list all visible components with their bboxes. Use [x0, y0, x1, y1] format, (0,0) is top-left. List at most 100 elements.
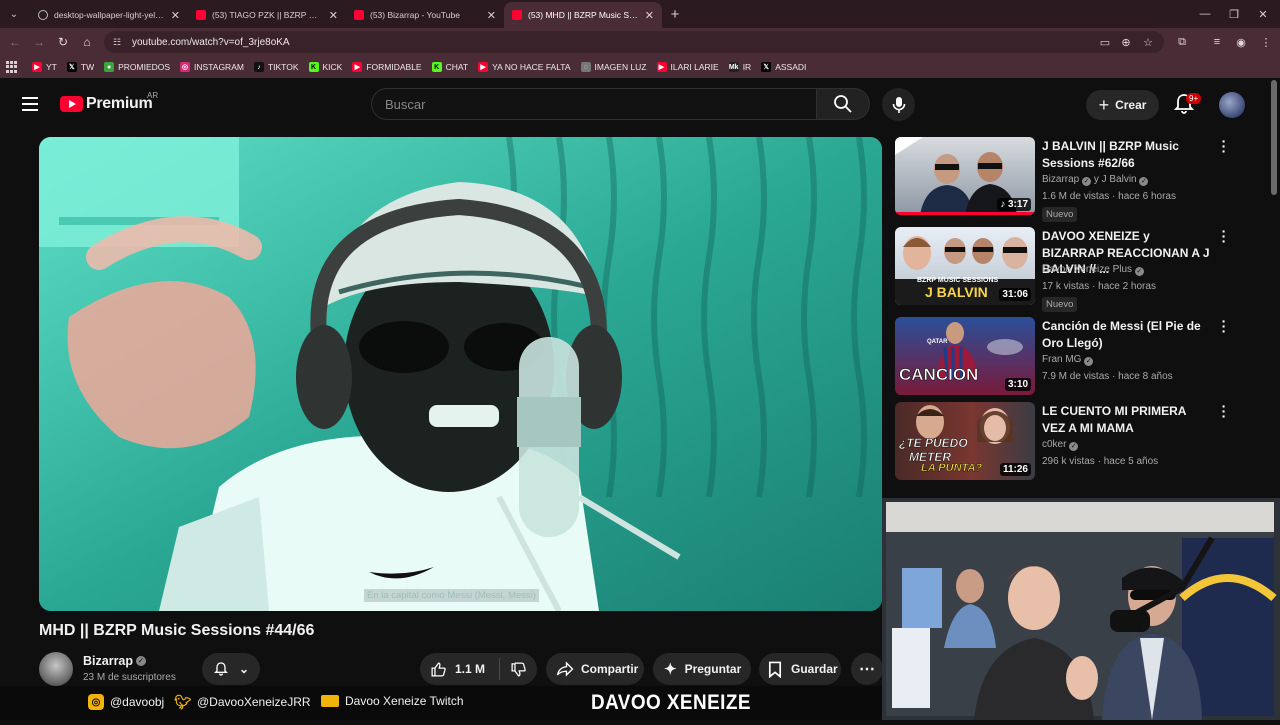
mk-icon: Mk — [728, 62, 739, 72]
thumbnail-caption-large: J BALVIN — [925, 284, 988, 300]
instagram-icon: ◎ — [88, 694, 104, 710]
bookmark-item[interactable]: ▶ FORMIDABLE — [352, 62, 422, 72]
tab-mhd-active[interactable]: (53) MHD || BZRP Music Session ✕ — [504, 2, 662, 28]
bookmark-item[interactable]: ♪ TIKTOK — [253, 62, 299, 72]
page-scrollbar[interactable] — [1271, 80, 1277, 195]
recommendation-item[interactable]: BZRP MUSIC SESSIONS J BALVIN 31:06 DAVOO… — [895, 224, 1245, 312]
tiktok-icon: ♪ — [253, 62, 264, 72]
video-thumbnail[interactable]: BZRP MUSIC SESSIONS J BALVIN 31:06 — [895, 227, 1035, 305]
thumbnail-caption-line1: ¿TE PUEDO — [899, 436, 968, 450]
share-button[interactable]: Compartir — [546, 653, 644, 685]
recommendation-title[interactable]: J BALVIN || BZRP Music Sessions #62/66 — [1042, 138, 1212, 171]
notification-badge: 9+ — [1186, 93, 1202, 104]
url-bar[interactable]: ☷ youtube.com/watch?v=of_3rje8oKA — [104, 31, 1164, 53]
youtube-icon: ▶ — [32, 62, 42, 72]
recommendation-channel[interactable]: Bizarrap ✓ y J Balvin ✓ — [1042, 174, 1149, 186]
bookmark-item[interactable]: ◌ IMAGEN LUZ — [580, 62, 647, 72]
restore-icon[interactable]: ❐ — [1219, 0, 1249, 28]
new-tab-plus-icon[interactable]: + — [664, 3, 686, 25]
x-icon: 𝕏 — [761, 62, 772, 72]
create-label: Crear — [1115, 98, 1147, 112]
reading-list-icon[interactable]: ≡ — [1207, 32, 1227, 52]
more-vertical-icon[interactable]: · · · — [1219, 399, 1229, 423]
recommendation-meta: 17 k vistas · hace 2 horas — [1042, 281, 1156, 292]
close-icon[interactable]: ✕ — [329, 9, 338, 22]
more-vertical-icon[interactable]: · · · — [1219, 314, 1229, 338]
account-avatar[interactable] — [1219, 92, 1245, 118]
bookmark-item[interactable]: ▶ YT — [32, 62, 57, 72]
profile-avatar-icon[interactable]: ◉ — [1231, 32, 1251, 52]
bookmark-label: YA NO HACE FALTA — [492, 62, 571, 72]
apps-grid-icon[interactable] — [6, 61, 18, 73]
search-input[interactable]: Buscar — [371, 88, 817, 120]
cast-icon[interactable]: ▭ — [1095, 32, 1115, 52]
browser-menu-icon[interactable]: ⋮ — [1256, 32, 1276, 52]
bookmark-item[interactable]: K KICK — [308, 62, 342, 72]
recommendation-item[interactable]: ¿TE PUEDO METER LA PUNTA? 11:26 LE CUENT… — [895, 399, 1245, 486]
video-thumbnail[interactable]: QATAR CANCION 3:10 — [895, 317, 1035, 395]
instagram-icon: ◎ — [180, 62, 191, 72]
bookmark-label: INSTAGRAM — [194, 62, 244, 72]
create-button[interactable]: + Crear — [1086, 90, 1159, 120]
youtube-icon — [196, 10, 206, 20]
subscription-bell-button[interactable]: ⌄ — [202, 653, 260, 685]
recommendation-meta: 1.6 M de vistas · hace 6 horas — [1042, 191, 1176, 202]
recommendation-channel[interactable]: Fran MG ✓ — [1042, 354, 1094, 366]
recommendation-title[interactable]: Canción de Messi (El Pie de Oro Llegó) — [1042, 318, 1212, 351]
close-icon[interactable]: ✕ — [487, 9, 496, 22]
video-thumbnail[interactable]: ♪ 3:17 — [895, 137, 1035, 215]
twitter-handle: 🐦︎ @DavooXeneizeJRR — [174, 694, 310, 710]
bookmark-star-icon[interactable]: ☆ — [1138, 32, 1158, 52]
channel-avatar[interactable] — [39, 652, 73, 686]
recommendation-channel[interactable]: c0ker ✓ — [1042, 439, 1079, 451]
tab-title: (53) Bizarrap - YouTube — [370, 10, 460, 20]
menu-icon[interactable] — [22, 97, 38, 111]
more-vertical-icon[interactable]: · · · — [1219, 134, 1229, 158]
close-window-icon[interactable]: ✕ — [1248, 0, 1278, 28]
bookmark-item[interactable]: 𝕏 ASSADI — [761, 62, 806, 72]
site-info-icon[interactable]: ☷ — [110, 35, 124, 49]
extensions-icon[interactable]: ⧉ — [1172, 32, 1192, 52]
recommendation-title[interactable]: LE CUENTO MI PRIMERA VEZ A MI MAMA — [1042, 403, 1212, 436]
more-actions-button[interactable]: ⋯ — [851, 653, 883, 685]
channel-name[interactable]: Bizarrap — [83, 654, 133, 668]
recommendation-channel[interactable]: Davoo Xeneize Plus ✓ — [1042, 264, 1144, 276]
youtube-premium-logo[interactable]: Premium AR — [60, 91, 158, 113]
tab-search-chevron-icon[interactable]: ⌄ — [4, 4, 24, 24]
voice-search-button[interactable] — [882, 88, 915, 121]
tab-title: (53) MHD || BZRP Music Session — [528, 10, 639, 20]
bookmark-item[interactable]: ◎ INSTAGRAM — [180, 62, 244, 72]
tab-wallpaper[interactable]: desktop-wallpaper-light-yellow ✕ — [30, 2, 188, 28]
bookmark-item[interactable]: 𝕏 TW — [66, 62, 94, 72]
bookmark-item[interactable]: ▶ YA NO HACE FALTA — [478, 62, 571, 72]
home-icon[interactable]: ⌂ — [75, 30, 99, 54]
bookmark-item[interactable]: ▶ ILARI LARIE — [656, 62, 719, 72]
tab-tiago-pzk[interactable]: (53) TIAGO PZK || BZRP Music S ✕ — [188, 2, 346, 28]
reload-icon[interactable]: ↻ — [51, 30, 75, 54]
save-button[interactable]: Guardar — [759, 653, 841, 685]
tab-bizarrap[interactable]: (53) Bizarrap - YouTube ✕ — [346, 2, 504, 28]
bell-icon — [214, 662, 228, 676]
ask-button[interactable]: ✦ Preguntar — [653, 653, 751, 685]
recommendation-item[interactable]: ♪ 3:17 J BALVIN || BZRP Music Sessions #… — [895, 134, 1245, 222]
bookmark-item[interactable]: ● PROMIEDOS — [104, 62, 170, 72]
chevron-down-icon: ⌄ — [238, 662, 250, 676]
like-button[interactable]: 1.1 M — [430, 661, 499, 678]
dislike-button[interactable] — [500, 661, 537, 678]
video-player[interactable] — [39, 137, 882, 611]
bookmark-item[interactable]: Mk IR — [728, 62, 751, 72]
channel-name: Davoo Xeneize Plus — [1042, 264, 1133, 275]
minimize-icon[interactable]: — — [1190, 0, 1220, 28]
close-icon[interactable]: ✕ — [645, 9, 654, 22]
recommendation-item[interactable]: QATAR CANCION 3:10 Canción de Messi (El … — [895, 314, 1245, 401]
close-icon[interactable]: ✕ — [171, 9, 180, 22]
forward-arrow-icon[interactable]: → — [27, 30, 51, 54]
search-button[interactable] — [817, 88, 870, 120]
zoom-icon[interactable]: ⊕ — [1116, 32, 1136, 52]
bookmark-item[interactable]: K CHAT — [431, 62, 468, 72]
back-arrow-icon[interactable]: ← — [3, 30, 27, 54]
video-thumbnail[interactable]: ¿TE PUEDO METER LA PUNTA? 11:26 — [895, 402, 1035, 480]
plus-icon: + — [1098, 95, 1110, 115]
save-label: Guardar — [791, 662, 838, 676]
more-vertical-icon[interactable]: · · · — [1219, 224, 1229, 248]
